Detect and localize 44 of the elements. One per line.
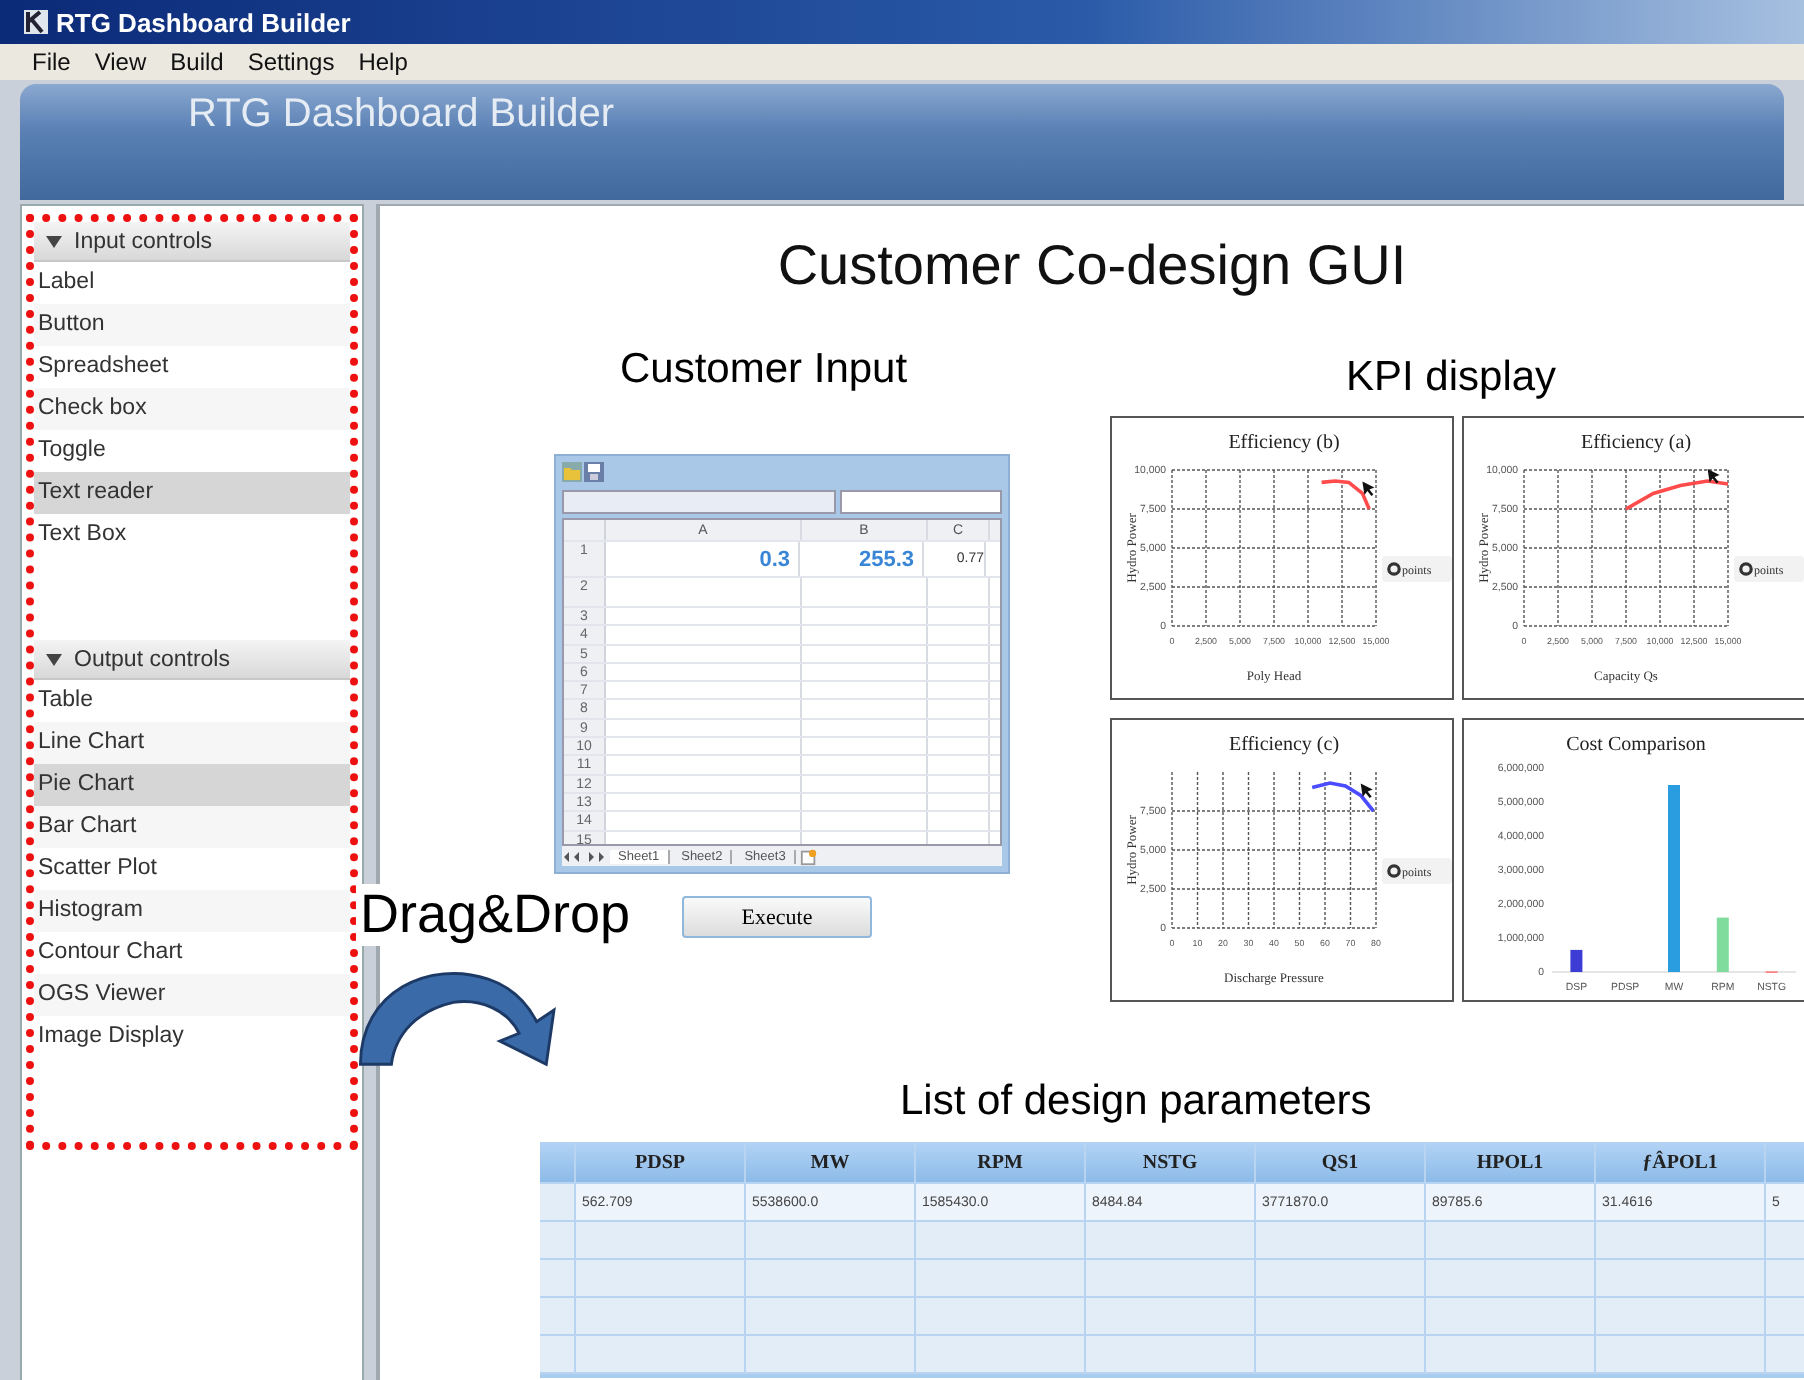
cursor-icon [1360,783,1373,798]
save-icon[interactable] [584,462,604,482]
palette-item[interactable]: Line Chart [34,722,350,764]
section-title: Customer Input [620,346,908,394]
chart-title: Efficiency (a) [1580,432,1692,454]
palette-item[interactable]: Check box [34,388,350,430]
new-sheet-icon[interactable] [799,847,818,865]
chart-title: Efficiency (b) [1228,432,1340,454]
spreadsheet-cell[interactable]: 0.3 [606,542,800,576]
formula-field[interactable] [840,490,1002,514]
section-title: KPI display [1346,354,1557,402]
palette-item[interactable]: Text reader [34,472,350,514]
menu-item[interactable]: View [86,48,159,76]
column-header[interactable]: NSTG [1086,1142,1256,1182]
palette-item[interactable]: Button [34,304,350,346]
menu-item[interactable]: Settings [239,48,347,76]
palette-item[interactable]: Pie Chart [34,764,350,806]
palette-item[interactable]: Bar Chart [34,806,350,848]
execute-button[interactable]: Execute [682,896,872,938]
section-header[interactable]: Input controls [34,222,350,262]
cursor-icon [1362,481,1375,496]
menu-item[interactable]: File [24,48,83,76]
palette-item[interactable]: OGS Viewer [34,974,350,1016]
banner-title: RTG Dashboard Builder [188,92,615,136]
column-header[interactable]: ƒÂPOL1 [1596,1142,1766,1182]
chart-title: Cost Comparison [1566,734,1706,756]
page-heading: Customer Co-design GUI [775,234,1409,298]
column-header[interactable]: RPM [916,1142,1086,1182]
spreadsheet-cell[interactable]: 255.3 [800,542,924,576]
chart-title: Efficiency (c) [1228,734,1340,756]
section-header[interactable]: Output controls [34,640,350,680]
cursor-icon [1707,468,1720,484]
palette-item[interactable]: Histogram [34,890,350,932]
column-header[interactable]: PDSP [576,1142,746,1182]
menu-item[interactable]: Help [350,48,420,76]
name-box[interactable] [562,490,836,514]
sheet-nav-icon[interactable] [562,851,606,861]
app-icon [24,10,48,34]
column-header[interactable]: MW [746,1142,916,1182]
column-header[interactable]: QS1 [1256,1142,1426,1182]
section-title: List of design parameters [900,1078,1372,1126]
menu-item[interactable]: Build [162,48,236,76]
window-title: RTG Dashboard Builder [56,7,351,37]
column-header[interactable]: HPOL1 [1426,1142,1596,1182]
